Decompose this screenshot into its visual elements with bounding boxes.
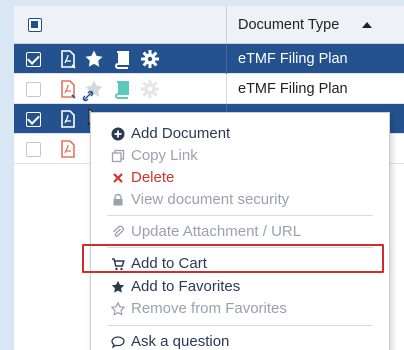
copy-icon xyxy=(111,149,125,163)
pdf-linked-icon[interactable] xyxy=(58,79,78,99)
context-menu: Add Document Copy Link Delete View docum… xyxy=(90,112,390,350)
star-filled-icon[interactable] xyxy=(84,49,104,69)
star-filled-icon xyxy=(111,280,125,293)
menu-item-add-document[interactable]: Add Document xyxy=(91,123,391,145)
plus-circle-icon xyxy=(111,127,125,141)
lock-icon xyxy=(113,193,123,206)
gear-icon[interactable] xyxy=(140,49,160,69)
column-divider xyxy=(226,74,227,104)
menu-item-copy-link[interactable]: Copy Link xyxy=(91,145,391,167)
menu-item-view-document-security[interactable]: View document security xyxy=(91,189,391,211)
book-icon[interactable] xyxy=(112,79,132,99)
table-header: Document Type xyxy=(14,6,404,44)
document-type-cell: eTMF Filing Plan xyxy=(238,51,348,67)
table-row[interactable]: eTMF Filing Plan xyxy=(14,74,404,104)
sort-ascending-icon[interactable] xyxy=(362,22,372,28)
pdf-icon[interactable] xyxy=(58,109,78,129)
book-icon[interactable] xyxy=(112,49,132,69)
column-divider xyxy=(226,44,227,74)
row-checkbox[interactable] xyxy=(26,142,41,157)
document-grid: Document Type eTMF Filing Plan eTMF Fili… xyxy=(14,6,404,350)
row-checkbox[interactable] xyxy=(26,82,41,97)
select-all-checkbox[interactable] xyxy=(28,18,42,32)
row-checkbox[interactable] xyxy=(26,112,41,127)
link-icon xyxy=(82,90,94,102)
pdf-linked-icon[interactable] xyxy=(58,49,78,69)
document-type-cell: eTMF Filing Plan xyxy=(238,81,348,97)
menu-item-remove-from-favorites[interactable]: Remove from Favorites xyxy=(91,298,391,320)
header-divider xyxy=(226,6,227,44)
pdf-icon[interactable] xyxy=(58,139,78,159)
menu-item-ask-a-question[interactable]: Ask a question xyxy=(91,331,391,350)
star-outline-icon xyxy=(111,302,125,316)
speech-bubble-icon xyxy=(111,336,125,349)
close-icon xyxy=(113,173,123,183)
menu-item-update-attachment[interactable]: Update Attachment / URL xyxy=(91,221,391,243)
menu-separator xyxy=(107,325,373,326)
gear-icon[interactable] xyxy=(140,79,160,99)
menu-item-delete[interactable]: Delete xyxy=(91,167,391,189)
column-header-document-type[interactable]: Document Type xyxy=(238,17,339,33)
menu-item-add-to-favorites[interactable]: Add to Favorites xyxy=(91,276,391,298)
table-row[interactable]: eTMF Filing Plan xyxy=(14,44,404,74)
highlight-annotation-box xyxy=(82,244,384,273)
paperclip-icon xyxy=(113,225,124,237)
row-checkbox[interactable] xyxy=(26,52,41,67)
menu-separator xyxy=(107,215,373,216)
